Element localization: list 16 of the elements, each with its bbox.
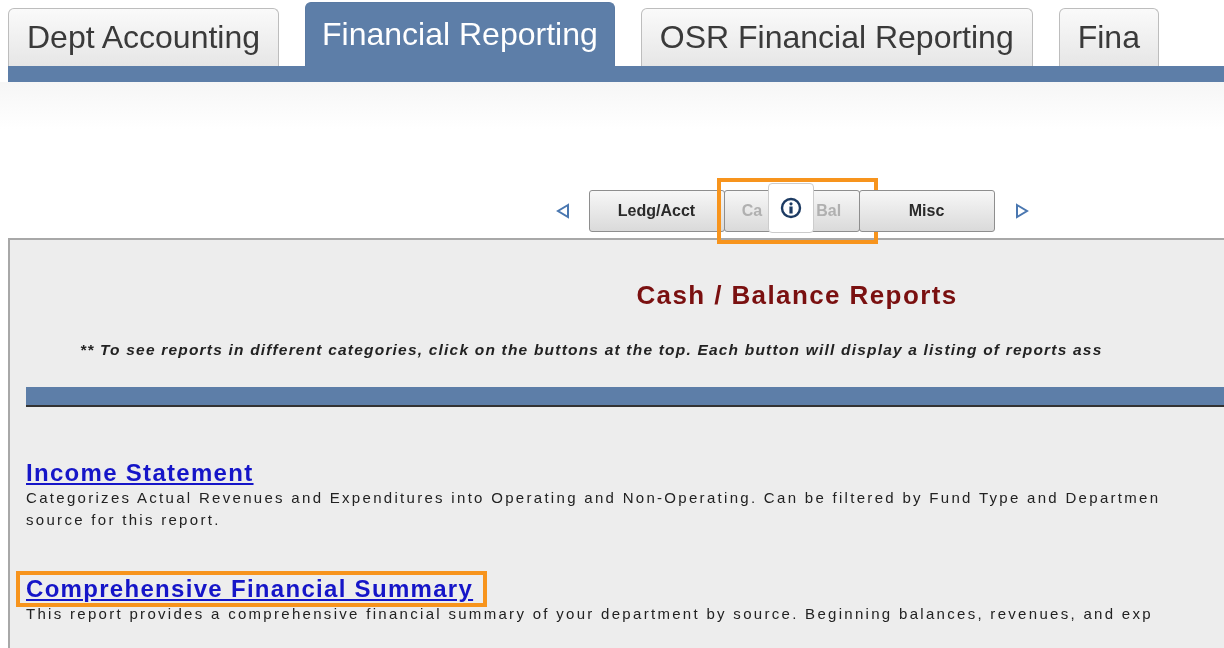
tab[interactable]: Financial Reporting — [305, 2, 615, 66]
instructions-text: ** To see reports in different categories, click on the buttons at the top. Each button will display a listing of reports ass — [80, 341, 1104, 359]
report-description: Categorizes Actual Revenues and Expenditures into Operating and Non-Operating. Can be filtered by Fund Type and Departmen — [26, 488, 1161, 508]
report-link[interactable]: Comprehensive Financial Summary — [26, 575, 474, 602]
section-title: Cash / Balance Reports — [635, 280, 959, 311]
report-description: source for this report. — [26, 510, 221, 530]
tab[interactable]: Fina — [1058, 8, 1159, 66]
report-link[interactable]: Income Statement — [26, 459, 254, 486]
next-arrow-icon[interactable] — [1014, 203, 1029, 219]
category-button[interactable]: Ledg/Acct — [588, 190, 725, 232]
info-icon — [779, 197, 802, 219]
previous-arrow-icon[interactable] — [555, 203, 570, 219]
report-description: This report provides a comprehensive financial summary of your department by source. Beginning balances, revenues, and exp — [26, 604, 1153, 624]
category-button[interactable]: Misc — [858, 190, 995, 232]
tab[interactable]: OSR Financial Reporting — [640, 8, 1033, 66]
tab[interactable]: Dept Accounting — [8, 8, 280, 66]
